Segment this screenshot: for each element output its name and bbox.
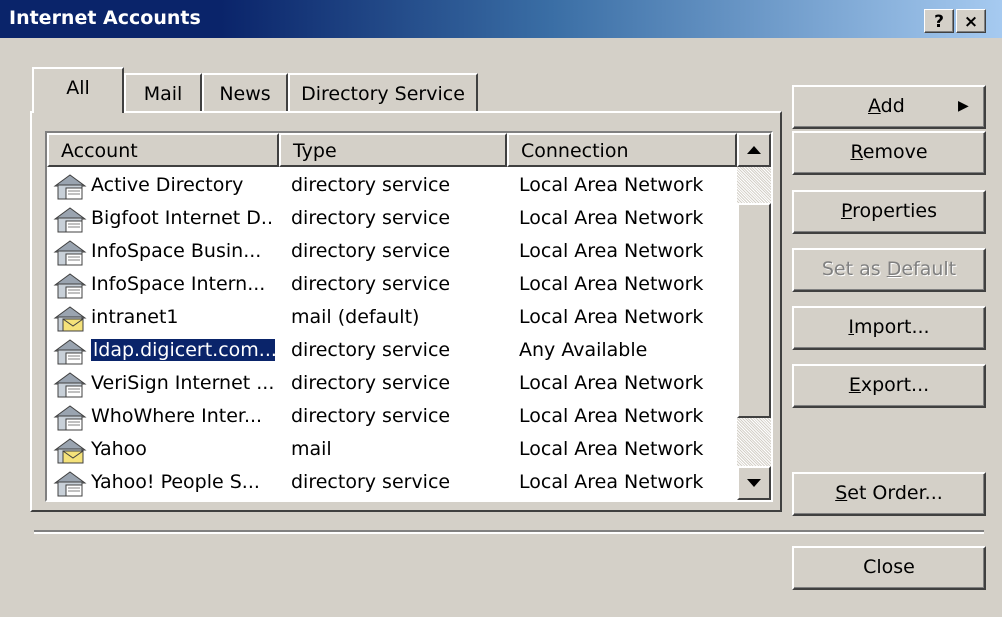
add-button[interactable]: Add ▶ <box>792 85 986 129</box>
set-order-button[interactable]: Set Order... <box>792 472 986 516</box>
account-type-cell: mail (default) <box>291 306 420 328</box>
tab-mail-label: Mail <box>143 83 183 105</box>
help-button[interactable]: ? <box>924 9 954 33</box>
account-type-cell: mail <box>291 438 332 460</box>
close-button-label: Close <box>863 556 915 578</box>
arrow-up-icon <box>747 146 761 154</box>
arrow-right-icon: ▶ <box>958 98 969 114</box>
remove-button[interactable]: Remove <box>792 131 986 175</box>
vertical-scrollbar[interactable] <box>737 133 771 500</box>
account-name-cell: Yahoo <box>91 438 147 460</box>
account-type-cell: directory service <box>291 339 451 361</box>
account-name-cell: WhoWhere Inter... <box>91 405 263 427</box>
account-name-cell: VeriSign Internet ... <box>91 372 275 394</box>
account-name-cell: intranet1 <box>91 306 179 328</box>
table-row[interactable]: intranet1 mail (default) Local Area Networ… <box>47 301 737 335</box>
connection-cell: Local Area Network <box>519 405 704 427</box>
export-button[interactable]: Export... <box>792 364 986 408</box>
accounts-list[interactable]: Account Type Connection Active Directory… <box>45 131 773 502</box>
tab-news-label: News <box>219 83 271 105</box>
set-as-default-button[interactable]: Set as Default <box>792 248 986 292</box>
scroll-thumb[interactable] <box>737 203 771 418</box>
tab-news[interactable]: News <box>202 73 288 113</box>
column-header-connection[interactable]: Connection <box>507 133 737 167</box>
connection-cell: Local Area Network <box>519 438 704 460</box>
column-header-account[interactable]: Account <box>47 133 279 167</box>
tab-directory-service[interactable]: Directory Service <box>288 73 478 113</box>
tab-all[interactable]: All <box>32 67 124 113</box>
remove-button-label: Remove <box>850 141 928 163</box>
separator <box>34 530 984 534</box>
close-window-button[interactable]: × <box>956 9 986 33</box>
scroll-up-button[interactable] <box>737 133 771 167</box>
account-name-cell: InfoSpace Intern... <box>91 273 266 295</box>
account-type-cell: directory service <box>291 372 451 394</box>
arrow-down-icon <box>747 479 761 487</box>
properties-button-label: Properties <box>840 200 938 222</box>
connection-cell: Local Area Network <box>519 372 704 394</box>
account-type-cell: directory service <box>291 174 451 196</box>
account-type-cell: directory service <box>291 471 451 493</box>
table-row[interactable]: Active Directory directory service Local A… <box>47 169 737 203</box>
table-row[interactable]: InfoSpace Busin... directory service Local… <box>47 235 737 269</box>
table-row[interactable]: ldap.digicert.com.... directory service An… <box>47 334 737 368</box>
connection-cell: Local Area Network <box>519 471 704 493</box>
connection-cell: Local Area Network <box>519 306 704 328</box>
table-row[interactable]: Yahoo! People S... directory service Local… <box>47 466 737 500</box>
window-title: Internet Accounts <box>9 7 201 29</box>
directory-service-icon <box>53 469 87 500</box>
tab-all-label: All <box>66 77 90 99</box>
account-type-cell: directory service <box>291 240 451 262</box>
account-type-cell: directory service <box>291 405 451 427</box>
close-button[interactable]: Close <box>792 546 986 590</box>
tab-mail[interactable]: Mail <box>124 73 202 113</box>
import-button[interactable]: Import... <box>792 306 986 350</box>
connection-cell: Local Area Network <box>519 240 704 262</box>
set-as-default-button-label: Set as Default <box>821 258 957 280</box>
title-bar: Internet Accounts ? × <box>0 0 1002 38</box>
properties-button[interactable]: Properties <box>792 190 986 234</box>
export-button-label: Export... <box>848 374 930 396</box>
table-row[interactable]: Bigfoot Internet D... directory service Lo… <box>47 202 737 236</box>
account-type-cell: directory service <box>291 207 451 229</box>
tab-directory-service-label: Directory Service <box>301 83 465 105</box>
connection-cell: Any Available <box>519 339 648 361</box>
account-type-cell: directory service <box>291 273 451 295</box>
column-header-type[interactable]: Type <box>279 133 507 167</box>
connection-cell: Local Area Network <box>519 273 704 295</box>
table-row[interactable]: Yahoo mail Local Area Network <box>47 433 737 467</box>
add-button-label: Add <box>868 95 905 117</box>
table-row[interactable]: VeriSign Internet ... directory service Lo… <box>47 367 737 401</box>
connection-cell: Local Area Network <box>519 207 704 229</box>
account-name-cell: InfoSpace Busin... <box>91 240 262 262</box>
table-row[interactable]: WhoWhere Inter... directory service Local … <box>47 400 737 434</box>
connection-cell: Local Area Network <box>519 174 704 196</box>
account-name-cell: ldap.digicert.com.... <box>91 339 275 361</box>
account-name-cell: Bigfoot Internet D... <box>91 207 275 229</box>
account-name-cell: Active Directory <box>91 174 244 196</box>
table-row[interactable]: InfoSpace Intern... directory service Loca… <box>47 268 737 302</box>
scroll-down-button[interactable] <box>737 466 771 500</box>
import-button-label: Import... <box>848 316 930 338</box>
account-name-cell: Yahoo! People S... <box>91 471 260 493</box>
set-order-button-label: Set Order... <box>835 482 943 504</box>
